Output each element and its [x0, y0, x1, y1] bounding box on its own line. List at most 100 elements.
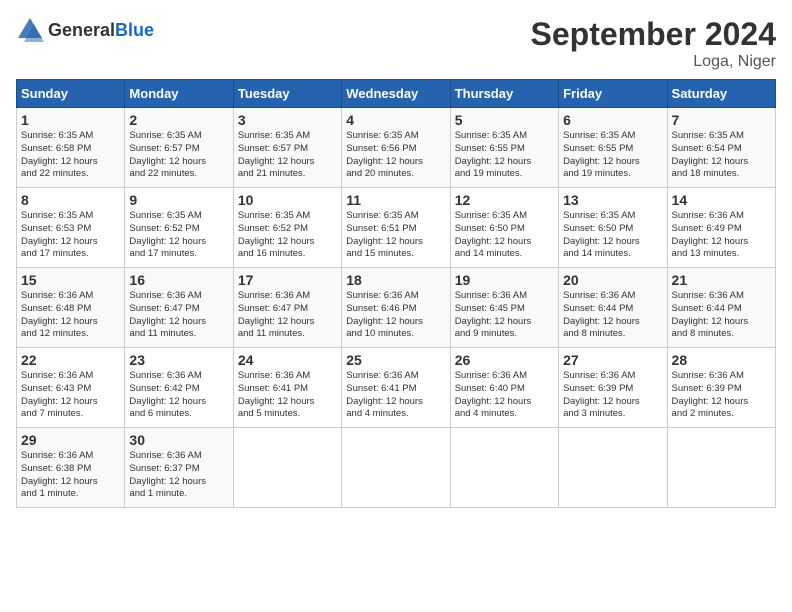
day-info: Sunrise: 6:36 AM Sunset: 6:48 PM Dayligh… [21, 290, 120, 341]
day-info: Sunrise: 6:35 AM Sunset: 6:54 PM Dayligh… [672, 130, 771, 181]
day-number: 5 [455, 112, 554, 128]
table-row: 3 Sunrise: 6:35 AM Sunset: 6:57 PM Daylig… [233, 108, 341, 188]
day-info: Sunrise: 6:36 AM Sunset: 6:42 PM Dayligh… [129, 370, 228, 421]
day-number: 22 [21, 352, 120, 368]
calendar-week-3: 15 Sunrise: 6:36 AM Sunset: 6:48 PM Dayli… [17, 268, 776, 348]
day-info: Sunrise: 6:36 AM Sunset: 6:46 PM Dayligh… [346, 290, 445, 341]
day-number: 6 [563, 112, 662, 128]
table-row: 10 Sunrise: 6:35 AM Sunset: 6:52 PM Dayli… [233, 188, 341, 268]
table-row [450, 428, 558, 508]
calendar-week-1: 1 Sunrise: 6:35 AM Sunset: 6:58 PM Daylig… [17, 108, 776, 188]
logo: GeneralBlue [16, 16, 154, 44]
day-info: Sunrise: 6:36 AM Sunset: 6:40 PM Dayligh… [455, 370, 554, 421]
table-row: 14 Sunrise: 6:36 AM Sunset: 6:49 PM Dayli… [667, 188, 775, 268]
table-row: 17 Sunrise: 6:36 AM Sunset: 6:47 PM Dayli… [233, 268, 341, 348]
table-row: 18Sunrise: 6:36 AM Sunset: 6:46 PM Dayli… [342, 268, 450, 348]
table-row [233, 428, 341, 508]
day-info: Sunrise: 6:36 AM Sunset: 6:44 PM Dayligh… [672, 290, 771, 341]
table-row: 16 Sunrise: 6:36 AM Sunset: 6:47 PM Dayli… [125, 268, 233, 348]
day-number: 19 [455, 272, 554, 288]
day-number: 2 [129, 112, 228, 128]
day-info: Sunrise: 6:35 AM Sunset: 6:51 PM Dayligh… [346, 210, 445, 261]
col-monday: Monday [125, 80, 233, 108]
day-info: Sunrise: 6:35 AM Sunset: 6:57 PM Dayligh… [238, 130, 337, 181]
day-number: 24 [238, 352, 337, 368]
table-row [667, 428, 775, 508]
day-number: 30 [129, 432, 228, 448]
logo-blue: Blue [115, 20, 154, 40]
table-row [559, 428, 667, 508]
calendar-table: Sunday Monday Tuesday Wednesday Thursday… [16, 79, 776, 508]
day-info: Sunrise: 6:35 AM Sunset: 6:55 PM Dayligh… [563, 130, 662, 181]
day-info: Sunrise: 6:36 AM Sunset: 6:45 PM Dayligh… [455, 290, 554, 341]
day-number: 27 [563, 352, 662, 368]
table-row: 21 Sunrise: 6:36 AM Sunset: 6:44 PM Dayli… [667, 268, 775, 348]
month-title: September 2024 [531, 16, 776, 53]
logo-general: General [48, 20, 115, 40]
logo-text: GeneralBlue [48, 20, 154, 41]
table-row: 23 Sunrise: 6:36 AM Sunset: 6:42 PM Dayli… [125, 348, 233, 428]
table-row: 19 Sunrise: 6:36 AM Sunset: 6:45 PM Dayli… [450, 268, 558, 348]
day-info: Sunrise: 6:35 AM Sunset: 6:57 PM Dayligh… [129, 130, 228, 181]
col-thursday: Thursday [450, 80, 558, 108]
day-info: Sunrise: 6:35 AM Sunset: 6:52 PM Dayligh… [129, 210, 228, 261]
table-row: 20 Sunrise: 6:36 AM Sunset: 6:44 PM Dayli… [559, 268, 667, 348]
table-row: 28Sunrise: 6:36 AM Sunset: 6:39 PM Dayli… [667, 348, 775, 428]
day-number: 3 [238, 112, 337, 128]
day-info: Sunrise: 6:36 AM Sunset: 6:49 PM Dayligh… [672, 210, 771, 261]
col-saturday: Saturday [667, 80, 775, 108]
day-number: 8 [21, 192, 120, 208]
day-number: 16 [129, 272, 228, 288]
day-number: 21 [672, 272, 771, 288]
table-row: 27 Sunrise: 6:36 AM Sunset: 6:39 PM Dayli… [559, 348, 667, 428]
table-row: 15 Sunrise: 6:36 AM Sunset: 6:48 PM Dayli… [17, 268, 125, 348]
logo-icon [16, 16, 44, 44]
day-number: 17 [238, 272, 337, 288]
location-title: Loga, Niger [531, 53, 776, 71]
day-info: Sunrise: 6:36 AM Sunset: 6:37 PM Dayligh… [129, 450, 228, 501]
calendar-week-2: 8 Sunrise: 6:35 AM Sunset: 6:53 PM Daylig… [17, 188, 776, 268]
day-info: Sunrise: 6:35 AM Sunset: 6:52 PM Dayligh… [238, 210, 337, 261]
col-wednesday: Wednesday [342, 80, 450, 108]
title-area: September 2024 Loga, Niger [531, 16, 776, 71]
day-number: 12 [455, 192, 554, 208]
day-number: 9 [129, 192, 228, 208]
table-row: 7Sunrise: 6:35 AM Sunset: 6:54 PM Daylig… [667, 108, 775, 188]
day-info: Sunrise: 6:35 AM Sunset: 6:58 PM Dayligh… [21, 130, 120, 181]
col-tuesday: Tuesday [233, 80, 341, 108]
day-info: Sunrise: 6:36 AM Sunset: 6:41 PM Dayligh… [238, 370, 337, 421]
table-row [342, 428, 450, 508]
day-number: 25 [346, 352, 445, 368]
day-number: 14 [672, 192, 771, 208]
day-number: 20 [563, 272, 662, 288]
day-number: 10 [238, 192, 337, 208]
table-row: 13Sunrise: 6:35 AM Sunset: 6:50 PM Dayli… [559, 188, 667, 268]
day-info: Sunrise: 6:36 AM Sunset: 6:39 PM Dayligh… [563, 370, 662, 421]
table-row: 8 Sunrise: 6:35 AM Sunset: 6:53 PM Daylig… [17, 188, 125, 268]
day-info: Sunrise: 6:36 AM Sunset: 6:39 PM Dayligh… [672, 370, 771, 421]
table-row: 26 Sunrise: 6:36 AM Sunset: 6:40 PM Dayli… [450, 348, 558, 428]
day-number: 15 [21, 272, 120, 288]
header-row: Sunday Monday Tuesday Wednesday Thursday… [17, 80, 776, 108]
day-info: Sunrise: 6:35 AM Sunset: 6:50 PM Dayligh… [455, 210, 554, 261]
table-row: 5Sunrise: 6:35 AM Sunset: 6:55 PM Daylig… [450, 108, 558, 188]
col-sunday: Sunday [17, 80, 125, 108]
day-number: 11 [346, 192, 445, 208]
day-number: 4 [346, 112, 445, 128]
table-row: 9 Sunrise: 6:35 AM Sunset: 6:52 PM Daylig… [125, 188, 233, 268]
day-info: Sunrise: 6:36 AM Sunset: 6:47 PM Dayligh… [129, 290, 228, 341]
day-info: Sunrise: 6:35 AM Sunset: 6:53 PM Dayligh… [21, 210, 120, 261]
table-row: 2 Sunrise: 6:35 AM Sunset: 6:57 PM Daylig… [125, 108, 233, 188]
day-number: 26 [455, 352, 554, 368]
table-row: 1 Sunrise: 6:35 AM Sunset: 6:58 PM Daylig… [17, 108, 125, 188]
calendar-week-5: 29Sunrise: 6:36 AM Sunset: 6:38 PM Dayli… [17, 428, 776, 508]
day-number: 1 [21, 112, 120, 128]
day-info: Sunrise: 6:36 AM Sunset: 6:47 PM Dayligh… [238, 290, 337, 341]
day-info: Sunrise: 6:36 AM Sunset: 6:43 PM Dayligh… [21, 370, 120, 421]
day-number: 23 [129, 352, 228, 368]
header: GeneralBlue September 2024 Loga, Niger [16, 16, 776, 71]
table-row: 11 Sunrise: 6:35 AM Sunset: 6:51 PM Dayli… [342, 188, 450, 268]
day-info: Sunrise: 6:36 AM Sunset: 6:44 PM Dayligh… [563, 290, 662, 341]
day-info: Sunrise: 6:35 AM Sunset: 6:56 PM Dayligh… [346, 130, 445, 181]
table-row: 22 Sunrise: 6:36 AM Sunset: 6:43 PM Dayli… [17, 348, 125, 428]
